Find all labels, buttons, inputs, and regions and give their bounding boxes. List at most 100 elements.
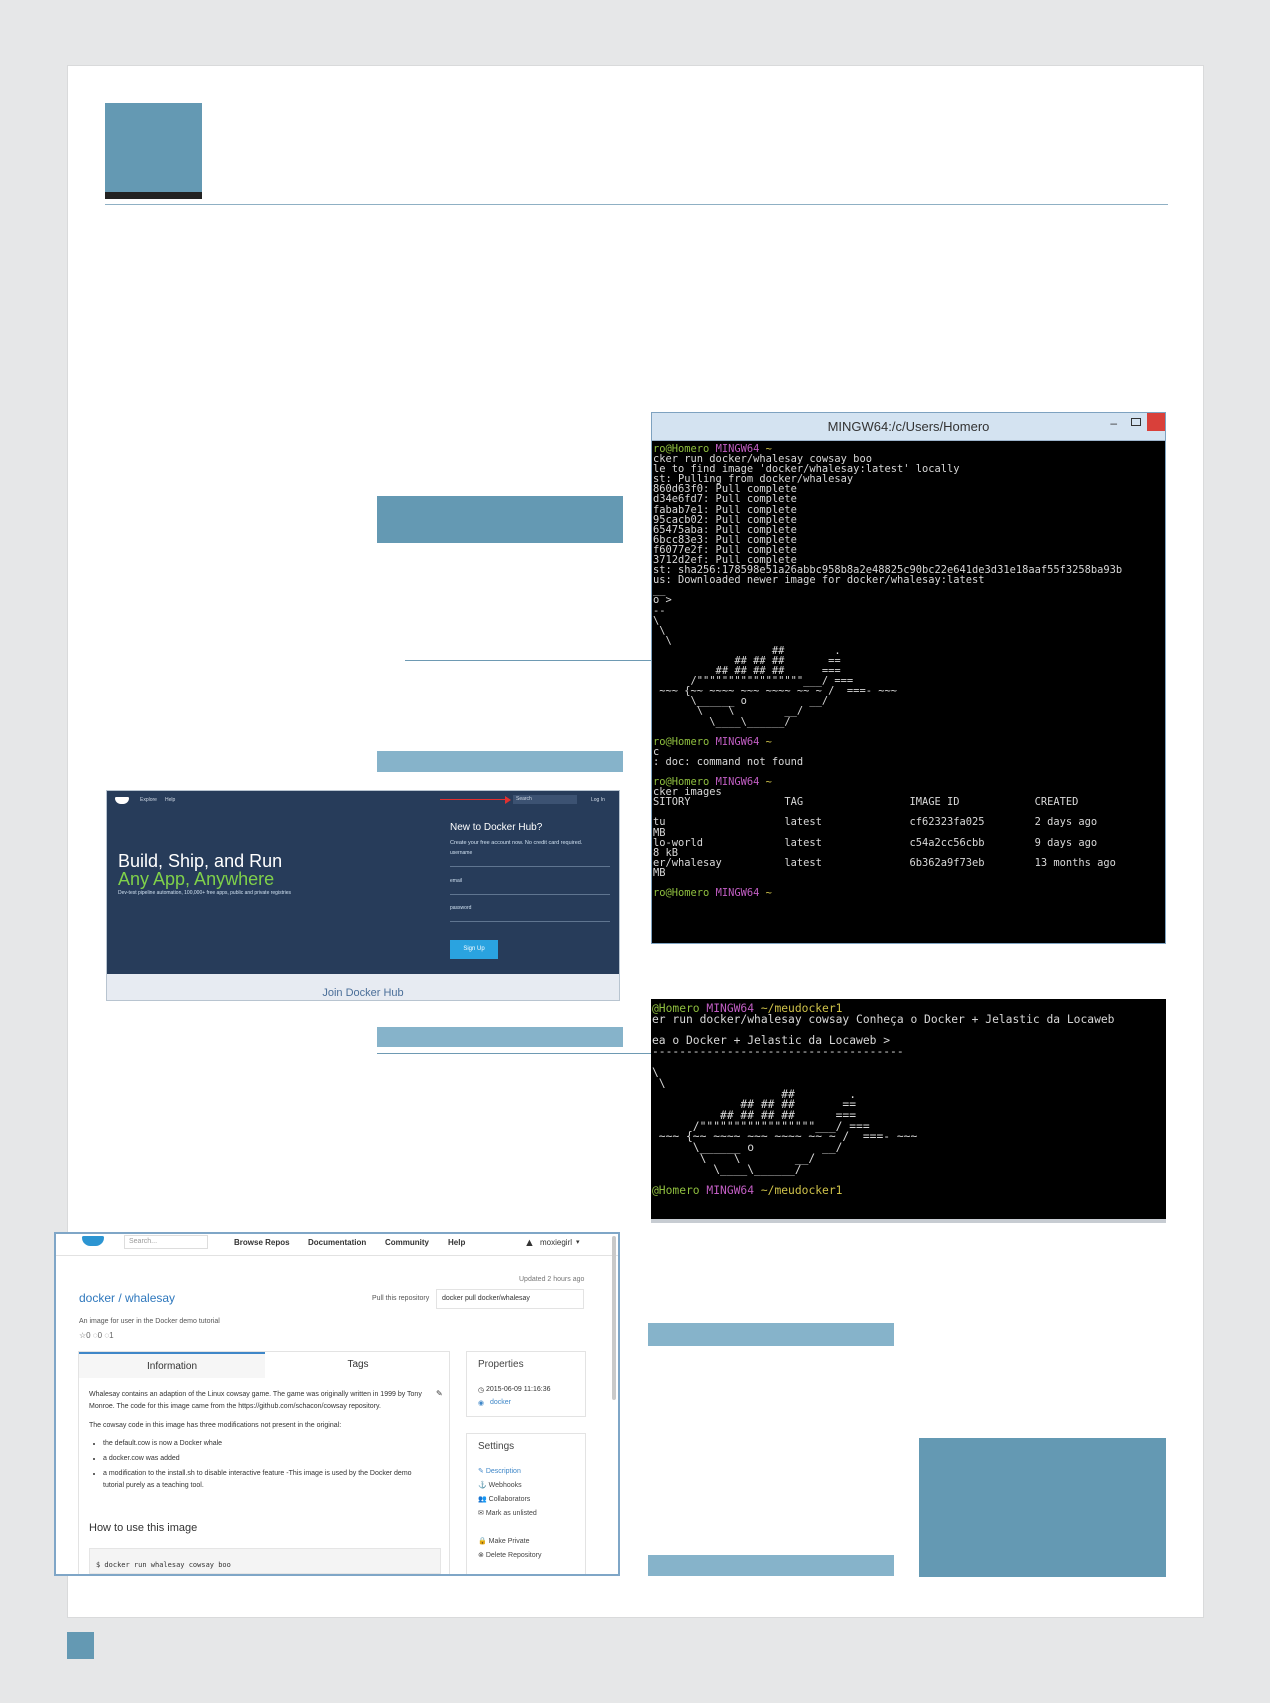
signup-title: New to Docker Hub? — [450, 822, 543, 833]
lock-icon: 🔒 — [478, 1538, 487, 1545]
terminal-line: tu latest cf62323fa025 2 days ago — [653, 816, 1098, 829]
hub-search-input[interactable]: Search — [513, 795, 577, 804]
clock-icon: ◷ — [478, 1387, 485, 1394]
terminal-line: ro@Homero MINGW64 ~ — [653, 887, 772, 900]
callout-line-1 — [405, 660, 651, 661]
red-arrow-icon — [505, 796, 511, 804]
how-to-heading: How to use this image — [89, 1522, 198, 1534]
callout-line-2 — [377, 1053, 651, 1054]
tab-tags[interactable]: Tags — [265, 1352, 451, 1378]
edit-pencil-icon[interactable]: ✎ — [436, 1389, 443, 1398]
terminal-line: er run docker/whalesay cowsay Conheça o … — [652, 1012, 1115, 1026]
pull-count: 1 — [109, 1331, 114, 1340]
signup-button[interactable]: Sign Up — [450, 940, 498, 959]
terminal-line: : doc: command not found — [653, 755, 804, 768]
header-accent-bar — [105, 192, 202, 199]
header-accent-block — [105, 103, 202, 192]
property-date: 2015-06-09 11:16:36 — [486, 1386, 551, 1393]
envelope-icon: ✉ — [478, 1510, 484, 1517]
setting-label: Delete Repository — [485, 1552, 542, 1559]
scrollbar[interactable] — [612, 1236, 616, 1400]
code-line: $ docker run whalesay cowsay boo — [96, 1561, 231, 1569]
setting-label: Webhooks — [488, 1482, 522, 1489]
password-field[interactable]: password — [450, 905, 610, 922]
terminal-line: ro@Homero MINGW64 ~ — [653, 735, 772, 748]
info-paragraph-2: The cowsay code in this image has three … — [89, 1422, 342, 1429]
settings-panel: Settings ✎ Description ⚓ Webhooks 👥 Coll… — [466, 1433, 586, 1574]
terminal-line: \____\______/ — [652, 1162, 802, 1176]
repo-navbar: Search... Browse Repos Documentation Com… — [56, 1234, 618, 1256]
docker-logo-icon — [115, 797, 129, 804]
pull-label: Pull this repository — [372, 1295, 430, 1302]
info-panel: Information Tags Whalesay contains an ad… — [78, 1351, 451, 1574]
email-field[interactable]: email — [450, 878, 610, 895]
setting-delete[interactable]: ⊗ Delete Repository — [478, 1551, 541, 1559]
terminal-window-1: MINGW64:/c/Users/Homero – ro@Homero MING… — [651, 412, 1166, 944]
properties-panel: Properties ◷ 2015-06-09 11:16:36 ◉ docke… — [466, 1351, 586, 1417]
docker-hub-hero: Explore Help Search Log In Build, Ship, … — [107, 791, 619, 974]
nav-help[interactable]: Help — [448, 1238, 465, 1247]
nav-community[interactable]: Community — [385, 1238, 429, 1247]
join-caption: Join Docker Hub — [322, 987, 404, 999]
username-field[interactable]: username — [450, 850, 610, 867]
info-paragraph-1: Whalesay contains an adaption of the Lin… — [89, 1391, 422, 1410]
terminal-line: MB — [653, 866, 666, 879]
list-item: a docker.cow was added — [103, 1453, 433, 1465]
setting-label: Make Private — [488, 1538, 530, 1545]
terminal-line: SITORY TAG IMAGE ID CREATED — [653, 796, 1079, 809]
terminal-line: ------------------------------------- — [652, 1044, 904, 1058]
maximize-icon[interactable] — [1131, 418, 1141, 426]
repo-search-input[interactable]: Search... — [124, 1235, 208, 1249]
nav-explore[interactable]: Explore — [140, 797, 157, 803]
docker-logo-icon[interactable] — [82, 1236, 104, 1246]
code-block: $ docker run whalesay cowsay boo — [89, 1548, 441, 1574]
hero-tagline: Dev-test pipeline automation, 100,000+ f… — [118, 890, 292, 896]
terminal-output-2: @Homero MINGW64 ~/meudocker1 er run dock… — [651, 999, 1166, 1197]
users-icon: 👥 — [478, 1496, 487, 1503]
setting-description[interactable]: ✎ Description — [478, 1467, 521, 1475]
nav-help[interactable]: Help — [165, 797, 175, 803]
nav-documentation[interactable]: Documentation — [308, 1238, 366, 1247]
modification-list: the default.cow is now a Docker whale a … — [103, 1438, 433, 1492]
updated-label: Updated 2 hours ago — [519, 1276, 585, 1283]
close-icon[interactable] — [1147, 413, 1165, 431]
terminal-title: MINGW64:/c/Users/Homero — [827, 419, 990, 434]
caption-bar-3 — [377, 1027, 623, 1047]
user-avatar-icon[interactable]: ▲ — [524, 1237, 535, 1249]
chevron-down-icon[interactable]: ▾ — [576, 1238, 580, 1246]
tab-information[interactable]: Information — [79, 1352, 265, 1378]
properties-title: Properties — [478, 1359, 524, 1370]
terminal-window-2: @Homero MINGW64 ~/meudocker1 er run dock… — [651, 999, 1166, 1223]
setting-label: Description — [485, 1468, 521, 1475]
header-rule — [105, 204, 1168, 205]
repo-stats: ☆0 ◌0 ◌1 — [79, 1331, 114, 1340]
setting-webhooks[interactable]: ⚓ Webhooks — [478, 1481, 522, 1489]
user-menu[interactable]: moxiegirl — [540, 1238, 572, 1247]
pull-command-field[interactable]: docker pull docker/whalesay — [436, 1289, 584, 1309]
signup-subtitle: Create your free account now. No credit … — [450, 840, 583, 846]
terminal-line: @Homero MINGW64 ~/meudocker1 — [652, 1183, 843, 1197]
comment-count: 0 — [97, 1331, 103, 1340]
star-count: 0 — [86, 1331, 91, 1340]
setting-private[interactable]: 🔒 Make Private — [478, 1537, 530, 1545]
trash-icon: ⊗ — [478, 1552, 484, 1559]
caption-bar-2 — [377, 751, 623, 772]
setting-unlisted[interactable]: ✉ Mark as unlisted — [478, 1509, 537, 1517]
repo-description: An image for user in the Docker demo tut… — [79, 1318, 220, 1325]
terminal-line: \____\______/ — [653, 715, 791, 728]
pull-command: docker pull docker/whalesay — [442, 1295, 530, 1302]
login-link[interactable]: Log In — [591, 797, 605, 803]
terminal-line: lo-world latest c54a2cc56cbb 9 days ago — [653, 836, 1098, 849]
repo-title: docker / whalesay — [79, 1291, 176, 1305]
terminal-line: er/whalesay latest 6b362a9f73eb 13 month… — [653, 856, 1116, 869]
docker-hub-screenshot: Explore Help Search Log In Build, Ship, … — [106, 790, 620, 1001]
minimize-icon[interactable]: – — [1110, 416, 1117, 430]
property-owner[interactable]: docker — [490, 1399, 511, 1406]
terminal-titlebar: MINGW64:/c/Users/Homero – — [652, 413, 1165, 441]
caption-bar-5 — [648, 1555, 894, 1576]
list-item: a modification to the install.sh to disa… — [103, 1468, 433, 1492]
hero-headline-2: Any App, Anywhere — [118, 869, 275, 889]
setting-collaborators[interactable]: 👥 Collaborators — [478, 1495, 530, 1503]
docker-repo-screenshot: Search... Browse Repos Documentation Com… — [54, 1232, 620, 1576]
nav-browse-repos[interactable]: Browse Repos — [234, 1238, 290, 1247]
